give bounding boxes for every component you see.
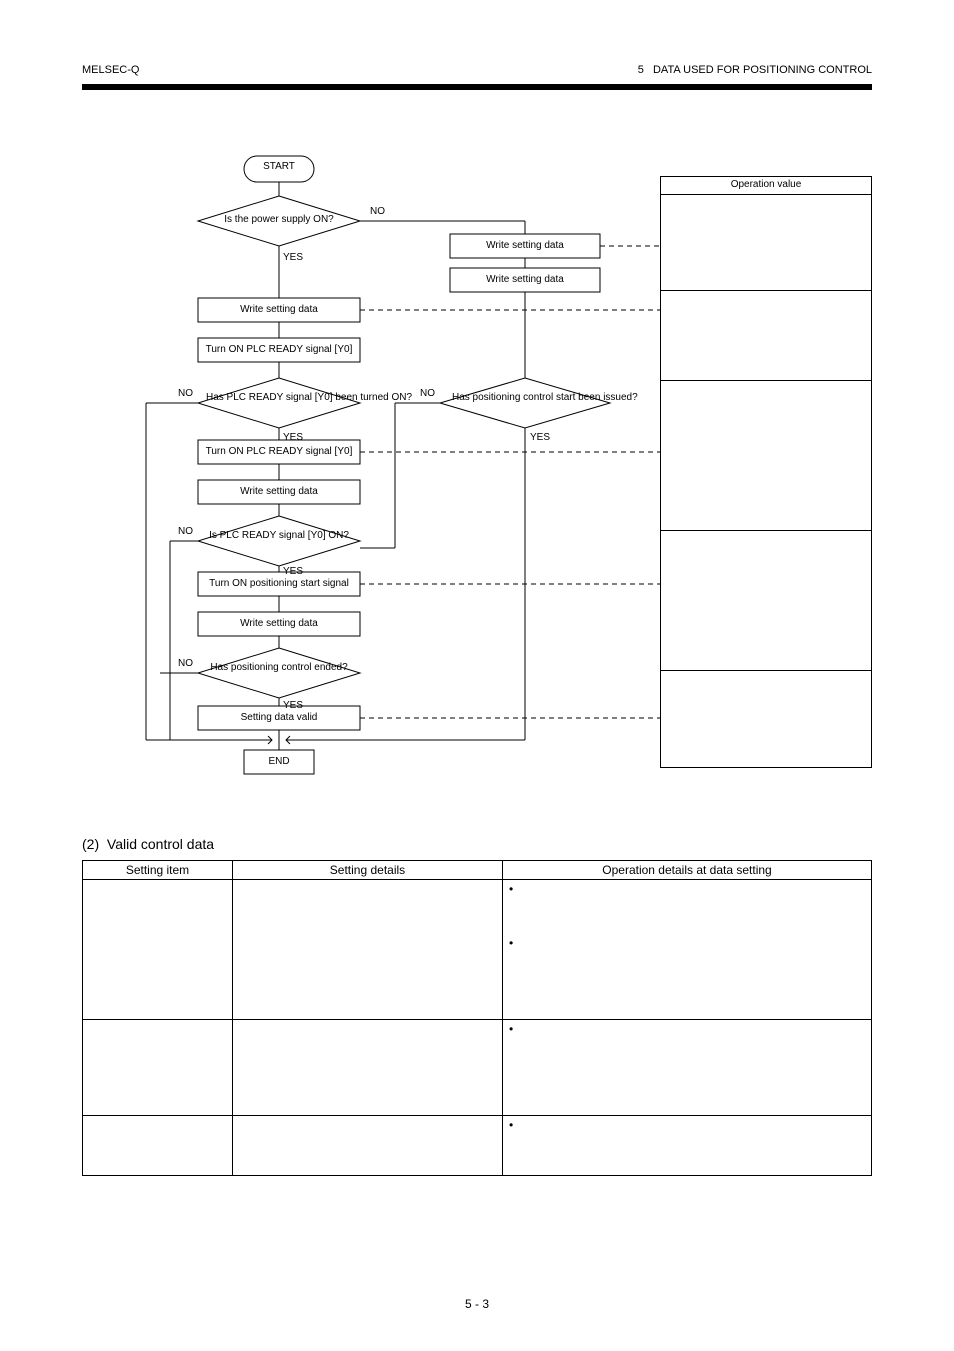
flow-box-r2: Write setting data xyxy=(450,274,600,286)
label-yes: YES xyxy=(283,252,303,264)
side-table-row xyxy=(661,531,871,671)
bullet-icon: • xyxy=(509,1118,513,1132)
side-table-header: Operation value xyxy=(661,177,871,195)
flow-start: START xyxy=(244,161,314,173)
flow-box-l1: Write setting data xyxy=(198,304,360,316)
label-rno: NO xyxy=(420,388,435,400)
flow-dec2: Has PLC READY signal [Y0] been turned ON… xyxy=(206,392,352,404)
flow-box-r1: Write setting data xyxy=(450,240,600,252)
flow-dec-r: Has positioning control start been issue… xyxy=(452,392,598,404)
cell-item xyxy=(83,1020,233,1116)
label-yes2: YES xyxy=(283,432,303,444)
cell-item xyxy=(83,880,233,1020)
label-no: NO xyxy=(370,206,385,218)
label-no4: NO xyxy=(178,658,193,670)
cell-details xyxy=(233,1116,503,1176)
th-ops: Operation details at data setting xyxy=(503,861,872,880)
flow-dec4: Has positioning control ended? xyxy=(206,662,352,674)
flow-dec3: Is PLC READY signal [Y0] ON? xyxy=(206,530,352,542)
subsection-title: (2) Valid control data xyxy=(82,836,214,852)
flow-box-l2: Turn ON PLC READY signal [Y0] xyxy=(198,344,360,356)
flow-box-l6: Write setting data xyxy=(198,618,360,630)
label-no3: NO xyxy=(178,526,193,538)
cell-item xyxy=(83,1116,233,1176)
label-yes4: YES xyxy=(283,700,303,712)
control-data-table: Setting item Setting details Operation d… xyxy=(82,860,872,1176)
flow-box-l3: Turn ON PLC READY signal [Y0] xyxy=(198,446,360,458)
label-no2: NO xyxy=(178,388,193,400)
flow-box-l7: Setting data valid xyxy=(198,712,360,724)
th-details: Setting details xyxy=(233,861,503,880)
label-yes3: YES xyxy=(283,566,303,578)
side-table: Operation value xyxy=(660,176,872,768)
cell-ops: • • xyxy=(503,880,872,1020)
table-row: • • xyxy=(83,880,872,1020)
cell-ops: • xyxy=(503,1116,872,1176)
side-table-row xyxy=(661,195,871,291)
flow-dec-power: Is the power supply ON? xyxy=(210,214,348,226)
table-row: • xyxy=(83,1116,872,1176)
th-item: Setting item xyxy=(83,861,233,880)
flow-box-l4: Write setting data xyxy=(198,486,360,498)
bullet-icon: • xyxy=(509,936,513,950)
bullet-icon: • xyxy=(509,1022,513,1036)
flow-box-l5: Turn ON positioning start signal xyxy=(198,578,360,590)
label-ryes: YES xyxy=(530,432,550,444)
side-table-row xyxy=(661,671,871,761)
flow-end: END xyxy=(244,756,314,768)
bullet-icon: • xyxy=(509,882,513,896)
cell-ops: • xyxy=(503,1020,872,1116)
cell-details xyxy=(233,1020,503,1116)
side-table-row xyxy=(661,291,871,381)
table-row: • xyxy=(83,1020,872,1116)
cell-details xyxy=(233,880,503,1020)
side-table-row xyxy=(661,381,871,531)
page-number: 5 - 3 xyxy=(0,1297,954,1311)
